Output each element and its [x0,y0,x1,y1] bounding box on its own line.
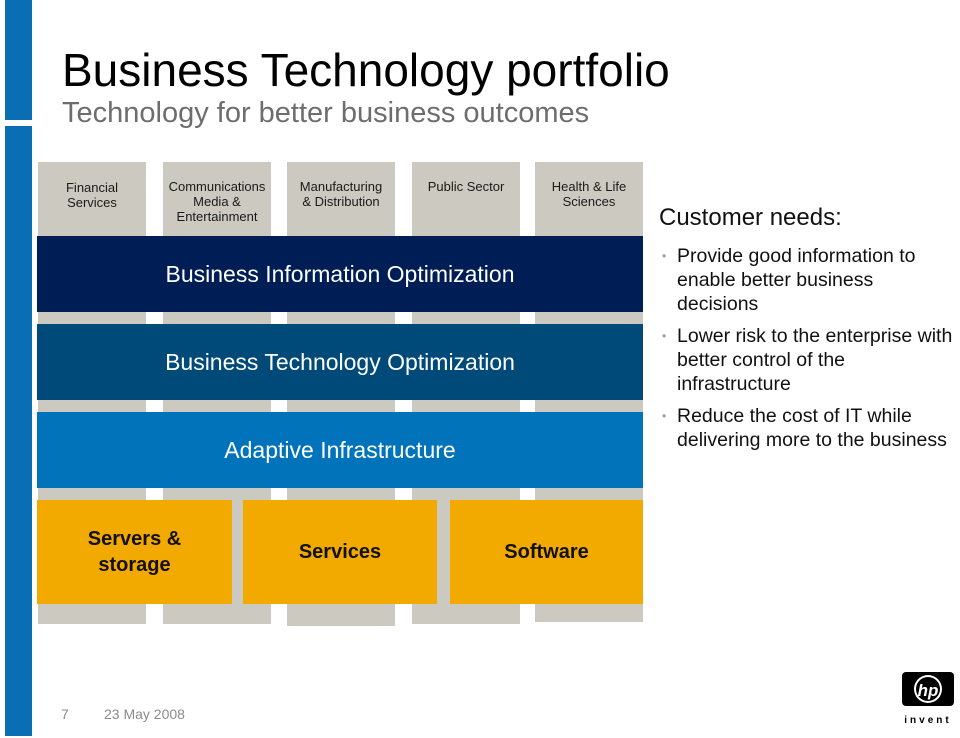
industry-label: Financial Services [65,180,119,210]
layer-business-information-optimization: Business Information Optimization [37,236,643,312]
customer-needs-title: Customer needs: [659,204,842,231]
product-label: Servers & storage [87,528,182,576]
customer-needs-list: • Provide good information to enable bett… [662,244,957,460]
product-label: Software [504,541,589,563]
product-software: Software [450,500,643,604]
accent-bar-top [5,0,32,120]
industry-label: Public Sector [427,179,505,194]
industry-label: Manufacturing & Distribution [299,179,383,209]
bullet-dot-icon: • [662,329,667,343]
bullet-dot-icon: • [662,409,667,423]
layer-label: Business Technology Optimization [165,348,515,375]
need-text: Lower risk to the enterprise with better… [677,325,953,395]
logo-mark: hp [918,681,939,700]
product-servers-storage: Servers & storage [37,500,232,604]
list-item: • Lower risk to the enterprise with bette… [662,324,957,396]
layer-label: Adaptive Infrastructure [224,436,456,463]
product-label: Services [298,541,382,563]
product-services: Services [243,500,437,604]
page-number: 7 [61,706,69,722]
layer-business-technology-optimization: Business Technology Optimization [37,324,643,400]
bullet-dot-icon: • [662,249,667,263]
slide-date: 23 May 2008 [104,706,185,722]
list-item: • Provide good information to enable bett… [662,244,957,316]
layer-adaptive-infrastructure: Adaptive Infrastructure [37,412,643,488]
slide-title: Business Technology portfolio [62,44,670,96]
layer-label: Business Information Optimization [165,260,515,287]
need-text: Provide good information to enable bette… [677,245,916,315]
accent-bar-bottom [5,126,32,736]
logo-tagline: invent [904,715,951,726]
slide-subtitle: Technology for better business outcomes [62,97,590,129]
industry-label: Health & Life Sciences [551,179,627,209]
industry-label: Communications Media & Entertainment [168,179,266,224]
hp-logo-icon: hp invent [902,672,954,726]
hp-logo: hp invent [898,670,956,730]
need-text: Reduce the cost of IT while delivering m… [677,405,947,451]
list-item: • Reduce the cost of IT while delivering … [662,404,957,452]
